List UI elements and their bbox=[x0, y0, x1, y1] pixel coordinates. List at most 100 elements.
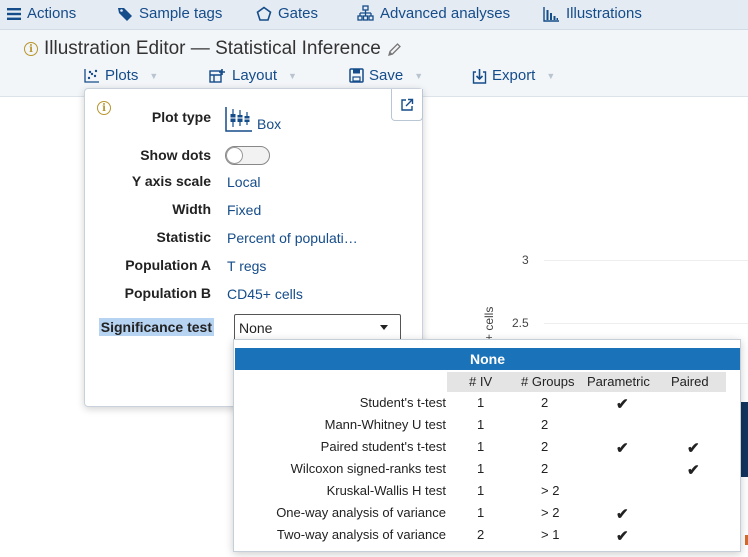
dropdown-option[interactable]: Kruskal-Wallis H test 1 > 2 bbox=[234, 481, 740, 503]
toggle-knob bbox=[226, 147, 243, 164]
export-menu[interactable]: Export ▼ bbox=[472, 67, 555, 84]
option-iv: 1 bbox=[477, 417, 485, 432]
tag-icon bbox=[118, 7, 132, 21]
page-title: i Illustration Editor — Statistical Infe… bbox=[24, 38, 402, 60]
chevron-down-icon: ▼ bbox=[546, 70, 556, 81]
column-header-parametric: Parametric bbox=[587, 374, 650, 389]
dropdown-option[interactable]: Paired student's t-test 1 2 ✔ ✔ bbox=[234, 437, 740, 459]
hamburger-icon bbox=[7, 7, 21, 20]
top-nav: Actions Sample tags Gates Advanced analy… bbox=[0, 0, 748, 30]
column-header-groups: # Groups bbox=[521, 374, 575, 389]
dropdown-option[interactable]: Student's t-test 1 2 ✔ bbox=[234, 393, 740, 415]
popout-button[interactable] bbox=[391, 89, 423, 121]
y-axis-scale-value[interactable]: Local bbox=[227, 174, 260, 190]
nav-sample-tags-label: Sample tags bbox=[139, 5, 223, 22]
width-value[interactable]: Fixed bbox=[227, 202, 261, 218]
gridline bbox=[544, 260, 748, 261]
option-name: Kruskal-Wallis H test bbox=[326, 483, 446, 498]
parametric-check-icon: ✔ bbox=[616, 506, 629, 523]
box-plot-element bbox=[740, 402, 748, 477]
significance-test-label: Significance test bbox=[98, 318, 214, 336]
nav-illustrations-label: Illustrations bbox=[566, 5, 642, 22]
pencil-icon[interactable] bbox=[387, 42, 402, 57]
plots-menu[interactable]: Plots ▼ bbox=[84, 67, 158, 84]
width-label: Width bbox=[172, 201, 211, 217]
chevron-down-icon: ▼ bbox=[149, 70, 159, 81]
option-groups: > 2 bbox=[541, 483, 560, 498]
info-icon[interactable]: i bbox=[24, 42, 38, 56]
option-groups: 2 bbox=[541, 439, 549, 454]
population-b-label: Population B bbox=[124, 285, 211, 301]
nav-advanced-analyses[interactable]: Advanced analyses bbox=[357, 5, 510, 22]
save-label: Save bbox=[369, 67, 404, 84]
editor-header: i Illustration Editor — Statistical Infe… bbox=[0, 30, 748, 97]
option-name: Wilcoxon signed-ranks test bbox=[290, 461, 446, 476]
plots-label: Plots bbox=[105, 67, 139, 84]
option-groups: 2 bbox=[541, 417, 549, 432]
dropdown-arrow-icon bbox=[380, 325, 388, 330]
chevron-down-icon: ▼ bbox=[288, 70, 297, 81]
population-b-value[interactable]: CD45+ cells bbox=[227, 286, 303, 302]
y-axis-scale-label: Y axis scale bbox=[131, 173, 211, 189]
population-a-label: Population A bbox=[125, 257, 211, 273]
y-axis-label: + cells bbox=[482, 306, 496, 341]
export-icon bbox=[472, 68, 487, 84]
dropdown-option[interactable]: Wilcoxon signed-ranks test 1 2 ✔ bbox=[234, 459, 740, 481]
option-groups: > 2 bbox=[541, 505, 560, 520]
pentagon-icon bbox=[256, 6, 272, 21]
option-iv: 1 bbox=[477, 483, 485, 498]
parametric-check-icon: ✔ bbox=[616, 396, 629, 413]
show-dots-toggle[interactable] bbox=[225, 146, 270, 165]
layout-menu[interactable]: Layout ▼ bbox=[209, 67, 297, 84]
dropdown-column-header: # IV # Groups Parametric Paired bbox=[447, 372, 726, 392]
parametric-check-icon: ✔ bbox=[616, 440, 629, 457]
page-title-text: Illustration Editor — Statistical Infere… bbox=[44, 38, 381, 59]
column-header-paired: Paired bbox=[671, 374, 709, 389]
option-name: Student's t-test bbox=[359, 395, 446, 410]
histogram-icon bbox=[543, 6, 559, 22]
option-iv: 1 bbox=[477, 461, 485, 476]
option-iv: 2 bbox=[477, 527, 485, 542]
option-groups: > 1 bbox=[541, 527, 560, 542]
nav-actions-label: Actions bbox=[27, 5, 77, 22]
y-tick-label: 2.5 bbox=[512, 316, 529, 330]
plot-type-selector[interactable]: Box bbox=[225, 106, 281, 132]
significance-test-value: None bbox=[239, 320, 273, 336]
dropdown-option[interactable]: One-way analysis of variance 1 > 2 ✔ bbox=[234, 503, 740, 525]
show-dots-label: Show dots bbox=[140, 147, 211, 163]
option-iv: 1 bbox=[477, 395, 485, 410]
statistic-label: Statistic bbox=[156, 229, 211, 245]
nav-gates[interactable]: Gates bbox=[256, 5, 318, 22]
save-menu[interactable]: Save ▼ bbox=[349, 67, 423, 84]
option-none[interactable]: None bbox=[235, 348, 740, 370]
significance-test-select[interactable]: None bbox=[234, 314, 401, 341]
option-name: Two-way analysis of variance bbox=[276, 527, 446, 542]
paired-check-icon: ✔ bbox=[687, 462, 700, 479]
gridline bbox=[544, 323, 748, 324]
chevron-down-icon: ▼ bbox=[414, 70, 424, 81]
export-label: Export bbox=[492, 67, 536, 84]
save-icon bbox=[349, 68, 364, 83]
option-name: Mann-Whitney U test bbox=[324, 417, 446, 432]
option-iv: 1 bbox=[477, 439, 485, 454]
column-header-iv: # IV bbox=[469, 374, 493, 389]
statistic-value[interactable]: Percent of populati… bbox=[227, 230, 358, 246]
option-name: One-way analysis of variance bbox=[276, 505, 446, 520]
nav-illustrations[interactable]: Illustrations bbox=[543, 5, 642, 22]
nav-gates-label: Gates bbox=[278, 5, 319, 22]
scatter-icon bbox=[84, 69, 99, 83]
population-a-value[interactable]: T regs bbox=[227, 258, 266, 274]
nav-actions[interactable]: Actions bbox=[7, 5, 76, 22]
plot-type-value: Box bbox=[257, 116, 282, 132]
plot-type-label: Plot type bbox=[151, 109, 211, 125]
dropdown-option[interactable]: Two-way analysis of variance 2 > 1 ✔ bbox=[234, 525, 740, 547]
hierarchy-icon bbox=[357, 5, 374, 21]
option-name: Paired student's t-test bbox=[320, 439, 446, 454]
nav-advanced-analyses-label: Advanced analyses bbox=[380, 5, 511, 22]
option-iv: 1 bbox=[477, 505, 485, 520]
nav-sample-tags[interactable]: Sample tags bbox=[117, 5, 222, 22]
info-icon[interactable]: i bbox=[97, 101, 111, 115]
y-tick-label: 3 bbox=[522, 253, 529, 267]
dropdown-option[interactable]: Mann-Whitney U test 1 2 bbox=[234, 415, 740, 437]
box-plot-icon bbox=[225, 107, 252, 132]
